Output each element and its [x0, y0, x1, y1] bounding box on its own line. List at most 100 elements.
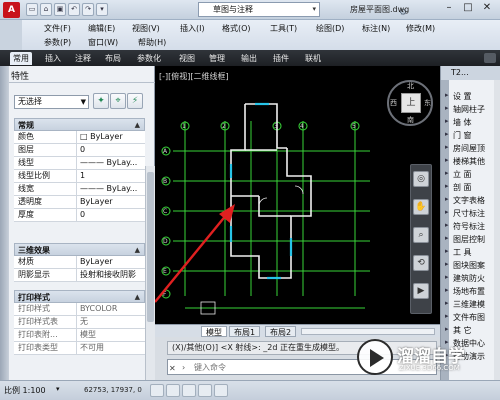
menu-item[interactable]: 尺寸标注: [445, 208, 485, 219]
section-general[interactable]: 常规 ▲: [14, 118, 145, 131]
snap-mode-icon[interactable]: [150, 384, 164, 397]
menu-item[interactable]: 设 置: [445, 91, 471, 102]
tab-model[interactable]: 模型: [201, 326, 227, 337]
property-row[interactable]: 线型 ——— ByLay...: [14, 157, 145, 170]
menu-item[interactable]: 墙 体: [445, 117, 471, 128]
drawing-canvas[interactable]: 1 2 3 4 5 A B C D E F [-][俯视][二维线框] 上 北 …: [155, 66, 440, 324]
menu-item[interactable]: 文件布图: [445, 312, 485, 323]
grid-display-icon[interactable]: [166, 384, 180, 397]
menu-item[interactable]: 图块图案: [445, 260, 485, 271]
selection-dropdown[interactable]: 无选择 ▼: [14, 95, 89, 109]
section-3d-effects[interactable]: 三维效果 ▲: [14, 243, 145, 256]
menu-item[interactable]: 楼梯其他: [445, 156, 485, 167]
new-file-icon[interactable]: ▭: [26, 3, 38, 16]
menu-edit[interactable]: 编辑(E): [88, 23, 115, 34]
menu-item[interactable]: 门 窗: [445, 130, 471, 141]
palette-title-strip[interactable]: [0, 66, 9, 380]
application-menu-icon[interactable]: A: [3, 2, 20, 18]
tab-view[interactable]: 视图: [176, 52, 198, 65]
menu-item[interactable]: 轴网柱子: [445, 104, 485, 115]
palette-title-strip[interactable]: [441, 80, 449, 380]
chevron-down-icon[interactable]: ▾: [56, 385, 60, 393]
ortho-mode-icon[interactable]: [182, 384, 196, 397]
undo-icon[interactable]: ↶: [68, 3, 80, 16]
tab-manage[interactable]: 管理: [206, 52, 228, 65]
showmotion-icon[interactable]: ▶: [413, 283, 429, 299]
viewcube-top-face[interactable]: 上: [401, 93, 421, 113]
menu-draw[interactable]: 绘图(D): [316, 23, 344, 34]
menu-item[interactable]: 场地布置: [445, 286, 485, 297]
menu-item[interactable]: 房间屋顶: [445, 143, 485, 154]
menu-item[interactable]: 文字表格: [445, 195, 485, 206]
tab-home[interactable]: 常用: [10, 52, 32, 65]
tab-online[interactable]: 联机: [302, 52, 324, 65]
scrollbar-thumb[interactable]: [147, 172, 154, 322]
menu-item[interactable]: 符号标注: [445, 221, 485, 232]
menu-item[interactable]: 工 具: [445, 247, 471, 258]
tab-parametric[interactable]: 参数化: [134, 52, 164, 65]
property-row[interactable]: 线型比例 1: [14, 170, 145, 183]
menu-format[interactable]: 格式(O): [222, 23, 251, 34]
menu-dimension[interactable]: 标注(N): [362, 23, 390, 34]
viewcube[interactable]: 上 北 南 西 东: [387, 80, 433, 126]
quick-select-icon[interactable]: ⚡: [127, 93, 143, 109]
compass-south[interactable]: 南: [407, 115, 414, 125]
command-input[interactable]: [194, 361, 344, 373]
property-row[interactable]: 材质 ByLayer: [14, 256, 145, 269]
menu-tools[interactable]: 工具(T): [270, 23, 297, 34]
close-button[interactable]: ✕: [478, 2, 496, 16]
steering-wheel-icon[interactable]: ◎: [413, 171, 429, 187]
pan-icon[interactable]: ✋: [413, 199, 429, 215]
menu-item[interactable]: 立 面: [445, 169, 471, 180]
compass-west[interactable]: 西: [390, 98, 397, 108]
tab-layout1[interactable]: 布局1: [229, 326, 261, 337]
more-tools-icon[interactable]: ▾: [96, 3, 108, 16]
tab-insert[interactable]: 插入: [42, 52, 64, 65]
workspace-select[interactable]: ⚙ 草图与注释 ▾: [198, 2, 407, 18]
tab-output[interactable]: 输出: [238, 52, 260, 65]
menu-parameters[interactable]: 参数(P): [44, 37, 71, 48]
maximize-button[interactable]: □: [459, 2, 477, 16]
menu-item[interactable]: 剖 面: [445, 182, 471, 193]
property-row[interactable]: 打印表类型 不可用: [14, 342, 145, 355]
minimize-button[interactable]: –: [440, 2, 458, 16]
property-row[interactable]: 线宽 ——— ByLay...: [14, 183, 145, 196]
close-icon[interactable]: ✕: [169, 364, 176, 373]
object-snap-icon[interactable]: [214, 384, 228, 397]
tab-layout[interactable]: 布局: [102, 52, 124, 65]
tab-plugins[interactable]: 插件: [270, 52, 292, 65]
property-row[interactable]: 颜色 □ ByLayer: [14, 131, 145, 144]
menu-item[interactable]: 三维建模: [445, 299, 485, 310]
menu-item[interactable]: 其 它: [445, 325, 471, 336]
property-row[interactable]: 打印表附... 模型: [14, 329, 145, 342]
tab-layout2[interactable]: 布局2: [265, 326, 297, 337]
save-icon[interactable]: ▣: [54, 3, 66, 16]
compass-east[interactable]: 东: [424, 98, 431, 108]
menu-insert[interactable]: 插入(I): [180, 23, 205, 34]
compass-north[interactable]: 北: [407, 81, 414, 91]
horizontal-scrollbar[interactable]: [301, 328, 435, 335]
menu-modify[interactable]: 修改(M): [406, 23, 435, 34]
property-row[interactable]: 阴影显示 投射和接收阴影: [14, 269, 145, 282]
select-objects-icon[interactable]: ⌖: [110, 93, 126, 109]
viewport-controls[interactable]: [-][俯视][二维线框]: [159, 71, 229, 82]
property-row[interactable]: 打印样式 BYCOLOR: [14, 303, 145, 316]
tab-annotate[interactable]: 注释: [72, 52, 94, 65]
menu-item[interactable]: 建筑防火: [445, 273, 485, 284]
property-row[interactable]: 打印样式表 无: [14, 316, 145, 329]
property-row[interactable]: 厚度 0: [14, 209, 145, 222]
palette-scrollbar[interactable]: [494, 80, 500, 380]
ribbon-minimize-button[interactable]: [484, 53, 496, 63]
menu-window[interactable]: 窗口(W): [88, 37, 118, 48]
menu-item[interactable]: 图层控制: [445, 234, 485, 245]
polar-tracking-icon[interactable]: [198, 384, 212, 397]
menu-view[interactable]: 视图(V): [132, 23, 160, 34]
zoom-icon[interactable]: ⌕: [413, 227, 429, 243]
property-row[interactable]: 透明度 ByLayer: [14, 196, 145, 209]
menu-file[interactable]: 文件(F): [44, 23, 71, 34]
palette-scrollbar[interactable]: [145, 166, 155, 380]
redo-icon[interactable]: ↷: [82, 3, 94, 16]
orbit-icon[interactable]: ⟲: [413, 255, 429, 271]
toggle-pickadd-icon[interactable]: ✦: [93, 93, 109, 109]
annotation-scale[interactable]: 比例 1:100: [4, 385, 46, 396]
